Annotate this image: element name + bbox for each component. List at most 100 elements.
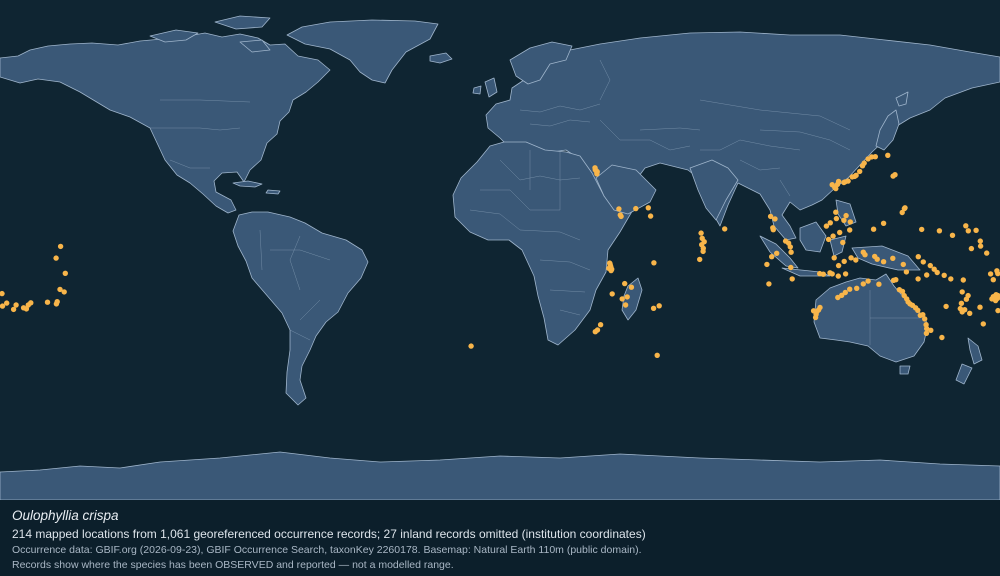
occurrence-point: [841, 217, 847, 223]
occurrence-point: [959, 289, 965, 295]
occurrence-point: [923, 330, 930, 336]
land-british-isles: [472, 77, 498, 98]
occurrence-point: [592, 167, 598, 173]
occurrence-point: [865, 278, 871, 284]
occurrence-point: [628, 284, 635, 290]
occurrence-point: [835, 273, 841, 279]
occurrence-point: [936, 228, 943, 234]
occurrence-point: [830, 233, 836, 239]
occurrence-point: [650, 305, 657, 311]
occurrence-point: [848, 255, 854, 261]
occurrence-point: [967, 310, 973, 316]
occurrence-point: [915, 307, 921, 313]
occurrence-point: [833, 215, 840, 222]
occurrence-point: [698, 230, 704, 236]
occurrence-point: [594, 327, 601, 333]
occurrence-point: [943, 303, 949, 310]
map-view[interactable]: Oulophyllia crispa 214 mapped locations …: [0, 0, 1000, 576]
disclaimer-note: Records show where the species has been …: [12, 559, 454, 571]
occurrence-point: [977, 304, 983, 310]
occurrence-point: [968, 245, 975, 252]
occurrence-point: [788, 264, 794, 271]
world-basemap: [0, 15, 1000, 500]
records-summary: 214 mapped locations from 1,061 georefer…: [12, 527, 646, 541]
occurrence-point: [987, 271, 994, 277]
occurrence-point: [833, 209, 839, 215]
occurrence-point: [880, 259, 887, 265]
occurrence-point: [995, 307, 1000, 314]
occurrence-point: [874, 256, 880, 262]
occurrence-point: [841, 258, 847, 265]
occurrence-point: [915, 276, 921, 282]
occurrence-point: [788, 249, 794, 255]
occurrence-point: [831, 255, 837, 261]
occurrence-point: [61, 289, 67, 295]
occurrence-point: [977, 238, 983, 244]
occurrence-point: [847, 219, 853, 225]
land-new-zealand: [955, 337, 983, 385]
occurrence-point: [827, 220, 833, 226]
occurrence-point: [764, 261, 770, 268]
occurrence-point: [994, 268, 1000, 274]
occurrence-point: [608, 267, 614, 274]
occurrence-point: [697, 256, 703, 263]
occurrence-point: [468, 343, 474, 349]
occurrence-point: [980, 321, 986, 327]
occurrence-point: [845, 178, 851, 184]
occurrence-point: [835, 178, 842, 185]
map-caption: Oulophyllia crispa 214 mapped locations …: [0, 500, 1000, 576]
occurrence-point: [789, 276, 795, 282]
occurrence-point: [928, 327, 934, 333]
occurrence-point: [880, 220, 887, 226]
occurrence-point: [949, 232, 956, 238]
occurrence-point: [837, 229, 843, 236]
occurrence-point: [832, 184, 838, 190]
occurrence-point: [934, 269, 940, 276]
occurrence-point: [0, 290, 5, 297]
occurrence-point: [965, 292, 971, 299]
occurrence-point: [900, 261, 906, 268]
occurrence-point: [903, 269, 910, 275]
occurrence-point: [815, 307, 822, 313]
species-name: Oulophyllia crispa: [12, 508, 119, 523]
occurrence-point: [962, 307, 968, 313]
occurrence-point: [872, 154, 878, 160]
occurrence-point: [857, 168, 863, 175]
occurrence-point: [847, 227, 853, 233]
occurrence-point: [948, 276, 954, 282]
occurrence-point: [787, 244, 793, 250]
occurrence-point: [941, 272, 947, 278]
occurrence-point: [62, 270, 68, 276]
occurrence-point: [624, 294, 630, 300]
occurrence-point: [853, 257, 859, 263]
occurrence-point: [57, 243, 64, 250]
occurrence-point: [885, 152, 891, 158]
occurrence-point: [892, 172, 898, 178]
occurrence-point: [766, 281, 772, 287]
land-caribbean: [232, 180, 281, 195]
occurrence-point: [53, 301, 60, 307]
occurrence-point: [44, 299, 51, 305]
occurrence-point: [633, 205, 639, 212]
occurrence-point: [958, 300, 965, 306]
occurrence-point: [618, 213, 624, 220]
occurrence-point: [977, 243, 984, 249]
occurrence-point: [862, 252, 868, 258]
occurrence-point: [899, 209, 905, 216]
land-south-america: [232, 211, 369, 406]
occurrence-point: [990, 277, 996, 283]
occurrence-point: [843, 212, 849, 219]
occurrence-point: [654, 352, 660, 358]
occurrence-point: [984, 250, 990, 256]
occurrence-point: [860, 281, 866, 287]
occurrence-point: [13, 302, 19, 308]
occurrence-point: [842, 289, 848, 296]
occurrence-point: [774, 250, 780, 256]
land-antarctica: [0, 451, 1000, 500]
occurrence-point: [619, 296, 625, 302]
occurrence-point: [651, 260, 657, 266]
occurrence-point: [20, 305, 27, 311]
occurrence-point: [965, 228, 971, 234]
occurrence-point: [622, 280, 628, 287]
occurrence-point: [893, 277, 899, 283]
